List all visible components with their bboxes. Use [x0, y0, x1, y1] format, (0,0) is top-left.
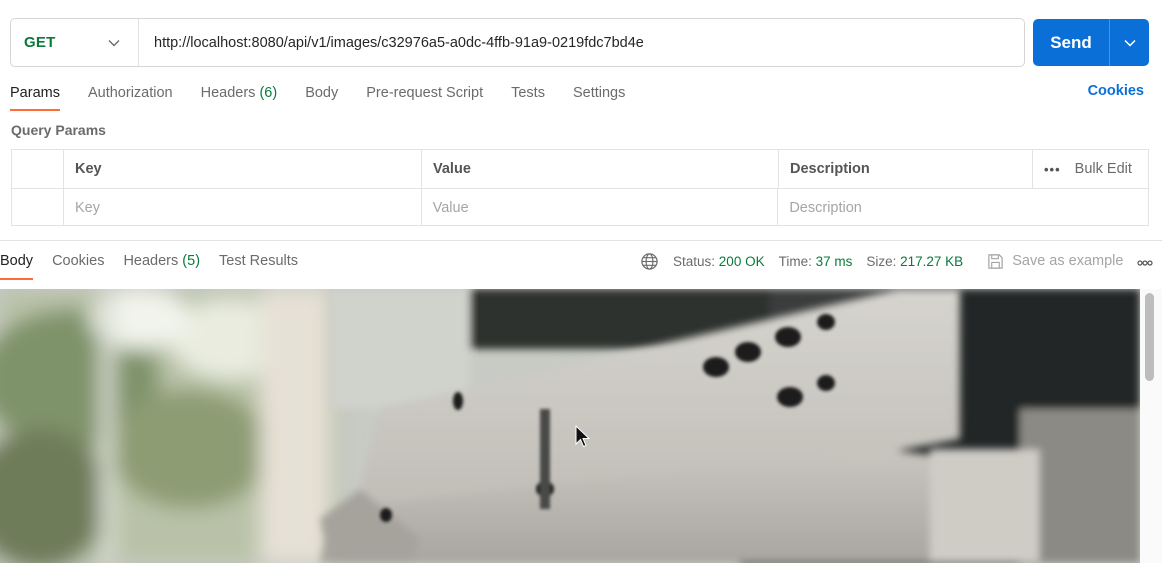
response-tab-headers-label: Headers	[123, 253, 179, 269]
response-tab-body[interactable]: Body	[0, 250, 34, 280]
tab-headers-count: (6)	[259, 85, 278, 101]
status-label: Status:	[673, 253, 716, 269]
status-badge[interactable]: 200 OK	[719, 254, 765, 269]
response-image-preview	[0, 289, 1140, 563]
column-header-value: Value	[422, 150, 779, 188]
chevron-down-icon	[108, 39, 120, 47]
time-label: Time:	[778, 253, 812, 269]
response-tab-headers[interactable]: Headers (5)	[123, 250, 200, 280]
save-as-example-label: Save as example	[1012, 253, 1124, 269]
response-tab-headers-count: (5)	[182, 253, 201, 269]
response-status-bar: Status: 200 OK Time: 37 ms Size: 217.27 …	[640, 250, 1154, 272]
query-params-table: Key Value Description ••• Bulk Edit Key …	[11, 149, 1149, 226]
size-value[interactable]: 217.27 KB	[900, 254, 963, 269]
key-input[interactable]: Key	[64, 189, 422, 226]
chevron-down-icon	[1123, 34, 1136, 52]
save-as-example-button[interactable]: Save as example	[987, 253, 1123, 270]
more-horizontal-icon: •••	[1044, 161, 1061, 177]
row-checkbox-cell	[12, 189, 64, 226]
tab-headers-label: Headers	[200, 85, 256, 101]
cookies-link[interactable]: Cookies	[1088, 83, 1144, 99]
send-button[interactable]: Send	[1033, 19, 1109, 66]
send-button-group: Send	[1033, 19, 1149, 66]
send-options-button[interactable]	[1110, 19, 1149, 66]
response-image	[0, 289, 1140, 563]
response-tab-cookies[interactable]: Cookies	[52, 250, 104, 280]
checkbox-column-header	[12, 150, 64, 188]
time-value[interactable]: 37 ms	[816, 254, 853, 269]
more-horizontal-icon[interactable]	[1137, 254, 1154, 269]
tab-authorization[interactable]: Authorization	[88, 82, 173, 110]
column-header-description: Description	[779, 150, 1033, 188]
method-select[interactable]: GET	[11, 19, 139, 66]
size-label: Size:	[866, 253, 897, 269]
globe-icon[interactable]	[640, 252, 659, 271]
value-input[interactable]: Value	[422, 189, 779, 226]
method-label: GET	[24, 34, 56, 51]
query-params-title: Query Params	[11, 122, 106, 138]
table-row: Key Value Description	[12, 188, 1148, 226]
tab-prerequest-script[interactable]: Pre-request Script	[366, 82, 483, 110]
bulk-edit-label: Bulk Edit	[1074, 161, 1132, 177]
url-input[interactable]: http://localhost:8080/api/v1/images/c329…	[139, 35, 644, 51]
save-icon	[987, 253, 1004, 270]
tab-params[interactable]: Params	[10, 82, 60, 111]
column-header-key: Key	[64, 150, 422, 188]
bulk-edit-cell: ••• Bulk Edit	[1033, 150, 1148, 188]
response-tab-test-results[interactable]: Test Results	[219, 250, 298, 280]
response-tabs: Body Cookies Headers (5) Test Results	[0, 250, 317, 280]
request-editor: GET http://localhost:8080/api/v1/images/…	[0, 0, 1162, 563]
pane-divider[interactable]	[0, 240, 1162, 241]
tab-tests[interactable]: Tests	[511, 82, 545, 110]
scrollbar-thumb[interactable]	[1145, 293, 1154, 381]
request-tabs: Params Authorization Headers (6) Body Pr…	[10, 82, 653, 111]
tab-headers[interactable]: Headers (6)	[201, 82, 278, 110]
tab-body[interactable]: Body	[305, 82, 338, 110]
description-input[interactable]: Description	[778, 189, 1148, 226]
tab-settings[interactable]: Settings	[573, 82, 625, 110]
url-bar: GET http://localhost:8080/api/v1/images/…	[10, 18, 1025, 67]
bulk-edit-button[interactable]: ••• Bulk Edit	[1044, 161, 1132, 177]
preview-scrollbar[interactable]	[1140, 289, 1162, 563]
table-header-row: Key Value Description ••• Bulk Edit	[12, 150, 1148, 188]
